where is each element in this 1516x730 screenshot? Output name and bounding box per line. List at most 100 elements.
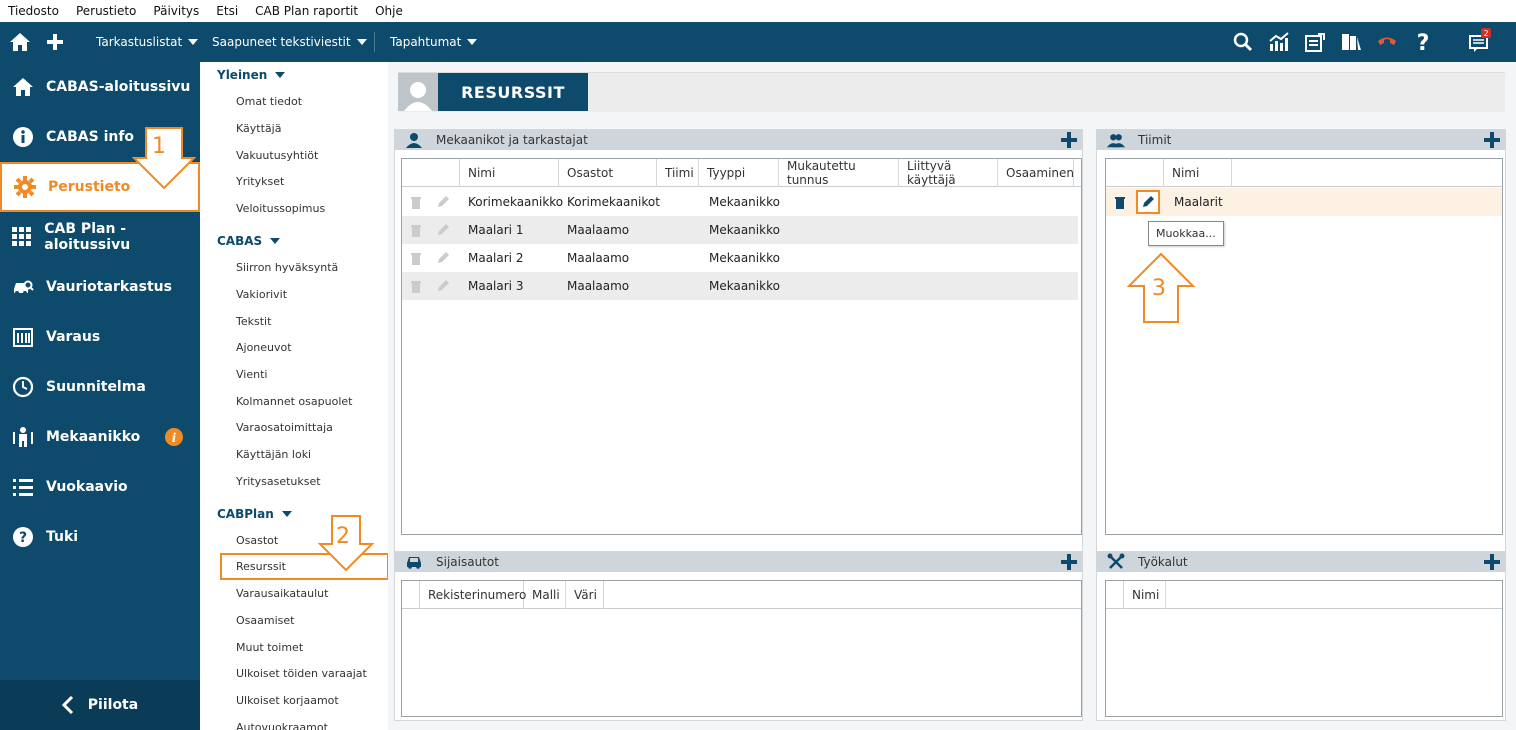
- trash-icon[interactable]: [410, 272, 422, 300]
- menu-ohje[interactable]: Ohje: [375, 4, 403, 18]
- edit-tooltip: Muokkaa...: [1148, 221, 1224, 246]
- sub-item-veloitussopimus[interactable]: Veloitussopimus: [236, 202, 325, 215]
- column-malli[interactable]: Malli: [524, 581, 566, 609]
- sub-item-siirron-hyvaksynta[interactable]: Siirron hyväksyntä: [236, 261, 338, 274]
- panel-header: Työkalut: [1097, 552, 1505, 572]
- add-mechanic-button[interactable]: [1060, 131, 1078, 149]
- nav-cabas-aloitussivu[interactable]: CABAS-aloitussivu: [0, 62, 200, 112]
- info-badge-icon[interactable]: i: [165, 428, 183, 446]
- sub-item-kayttajan-loki[interactable]: Käyttäjän loki: [236, 448, 311, 461]
- menu-cab-plan-raportit[interactable]: CAB Plan raportit: [255, 4, 358, 18]
- sub-item-ulkoiset-toiden-varaajat[interactable]: Ulkoiset töiden varaajat: [236, 667, 367, 680]
- cell-nimi: Korimekaanikko: [468, 195, 564, 209]
- hang-up-phone-icon[interactable]: [1376, 31, 1398, 53]
- table-row[interactable]: Maalari 3 Maalaamo Mekaanikko: [402, 272, 1078, 300]
- sub-item-muut-toimet[interactable]: Muut toimet: [236, 641, 303, 654]
- edit-pencil-icon[interactable]: [436, 188, 450, 216]
- add-car-button[interactable]: [1060, 553, 1078, 571]
- documents-icon[interactable]: [1340, 31, 1362, 53]
- group-icon: [1107, 132, 1125, 148]
- nav-tuki[interactable]: ? Tuki: [0, 512, 200, 562]
- sub-item-yritysasetukset[interactable]: Yritysasetukset: [236, 475, 321, 488]
- panel-title: Työkalut: [1138, 555, 1188, 569]
- column-nimi[interactable]: Nimi: [1164, 159, 1232, 187]
- column-mukautettu-tunnus[interactable]: Mukautettu tunnus: [779, 159, 899, 187]
- column-osastot[interactable]: Osastot: [559, 159, 657, 187]
- add-tool-button[interactable]: [1483, 553, 1501, 571]
- table-row[interactable]: Maalari 2 Maalaamo Mekaanikko: [402, 244, 1078, 272]
- column-vari[interactable]: Väri: [566, 581, 604, 609]
- sub-item-omat-tiedot[interactable]: Omat tiedot: [236, 95, 302, 108]
- search-icon[interactable]: [1232, 31, 1254, 53]
- home-icon[interactable]: [9, 31, 31, 53]
- checklist-icon[interactable]: [1304, 31, 1326, 53]
- help-icon[interactable]: ?: [1412, 31, 1434, 53]
- chart-icon[interactable]: [1268, 31, 1290, 53]
- add-icon[interactable]: [44, 31, 66, 53]
- table-row[interactable]: Maalarit: [1106, 188, 1502, 216]
- section-cabplan[interactable]: CABPlan: [217, 507, 292, 521]
- sub-item-tekstit[interactable]: Tekstit: [236, 315, 271, 328]
- column-tyyppi[interactable]: Tyyppi: [699, 159, 779, 187]
- nav-vauriotarkastus[interactable]: Vauriotarkastus: [0, 262, 200, 312]
- section-cabas[interactable]: CABAS: [217, 234, 281, 248]
- sub-item-osastot[interactable]: Osastot: [236, 534, 278, 547]
- edit-pencil-icon[interactable]: [436, 272, 450, 300]
- column-liittyva-kayttaja[interactable]: Liittyvä käyttäjä: [899, 159, 998, 187]
- dropdown-tarkastuslistat[interactable]: Tarkastuslistat: [96, 22, 199, 62]
- table-row[interactable]: Maalari 1 Maalaamo Mekaanikko: [402, 216, 1078, 244]
- sub-item-kayttaja[interactable]: Käyttäjä: [236, 122, 281, 135]
- column-tiimi[interactable]: Tiimi: [657, 159, 699, 187]
- edit-pencil-icon[interactable]: [1136, 190, 1160, 214]
- caret-down-icon: [188, 39, 199, 45]
- table-header: Nimi: [1106, 159, 1502, 187]
- trash-icon[interactable]: [410, 188, 422, 216]
- sub-item-yritykset[interactable]: Yritykset: [236, 175, 284, 188]
- panel-header: Mekaanikot ja tarkastajat: [395, 130, 1082, 150]
- mechanic-icon: [11, 425, 35, 449]
- column-nimi[interactable]: Nimi: [460, 159, 559, 187]
- sub-item-varaosatoimittaja[interactable]: Varaosatoimittaja: [236, 421, 333, 434]
- nav-suunnitelma[interactable]: Suunnitelma: [0, 362, 200, 412]
- column-rekisterinumero[interactable]: Rekisterinumero: [420, 581, 526, 609]
- nav-varaus[interactable]: Varaus: [0, 312, 200, 362]
- column-nimi[interactable]: Nimi: [1124, 581, 1166, 609]
- dropdown-tapahtumat[interactable]: Tapahtumat: [390, 22, 478, 62]
- table-row[interactable]: Korimekaanikko Korimekaanikot Mekaanikko: [402, 188, 1078, 216]
- sub-item-autovuokraamot[interactable]: Autovuokraamot: [236, 721, 328, 730]
- hide-nav-button[interactable]: Piilota: [0, 680, 200, 730]
- trash-icon[interactable]: [410, 216, 422, 244]
- menu-paivitys[interactable]: Päivitys: [153, 4, 199, 18]
- section-yleinen[interactable]: Yleinen: [217, 68, 286, 82]
- nav-label: CABAS-aloitussivu: [46, 79, 191, 95]
- sub-item-osaamiset[interactable]: Osaamiset: [236, 614, 294, 627]
- sub-item-vakiorivit[interactable]: Vakiorivit: [236, 288, 287, 301]
- sub-item-kolmannet-osapuolet[interactable]: Kolmannet osapuolet: [236, 395, 352, 408]
- edit-pencil-icon[interactable]: [436, 244, 450, 272]
- notification-badge: 2: [1481, 28, 1491, 38]
- trash-icon[interactable]: [1114, 188, 1126, 216]
- menu-etsi[interactable]: Etsi: [216, 4, 238, 18]
- sub-item-vienti[interactable]: Vienti: [236, 368, 267, 381]
- menu-perustieto[interactable]: Perustieto: [76, 4, 136, 18]
- cell-nimi: Maalari 3: [468, 279, 524, 293]
- list-icon: [11, 475, 35, 499]
- dropdown-saapuneet-tekstiviestit[interactable]: Saapuneet tekstiviestit: [212, 22, 367, 62]
- sub-item-ajoneuvot[interactable]: Ajoneuvot: [236, 341, 292, 354]
- tools-icon: [1107, 553, 1125, 570]
- table-header: Rekisterinumero Malli Väri: [402, 581, 1081, 609]
- add-team-button[interactable]: [1483, 131, 1501, 149]
- trash-icon[interactable]: [410, 244, 422, 272]
- edit-pencil-icon[interactable]: [436, 216, 450, 244]
- nav-cab-plan-aloitussivu[interactable]: CAB Plan -aloitussivu: [0, 212, 200, 262]
- sub-item-varausaikataulut[interactable]: Varausaikataulut: [236, 587, 328, 600]
- menu-tiedosto[interactable]: Tiedosto: [8, 4, 59, 18]
- nav-vuokaavio[interactable]: Vuokaavio: [0, 462, 200, 512]
- nav-mekaanikko[interactable]: Mekaanikko i: [0, 412, 200, 462]
- sub-item-vakuutusyhtiot[interactable]: Vakuutusyhtiöt: [236, 149, 318, 162]
- sub-item-ulkoiset-korjaamot[interactable]: Ulkoiset korjaamot: [236, 694, 339, 707]
- car-icon: [405, 554, 423, 570]
- column-osaaminen[interactable]: Osaaminen: [998, 159, 1074, 187]
- section-title: CABPlan: [217, 507, 274, 521]
- messages-icon[interactable]: 2: [1468, 28, 1491, 53]
